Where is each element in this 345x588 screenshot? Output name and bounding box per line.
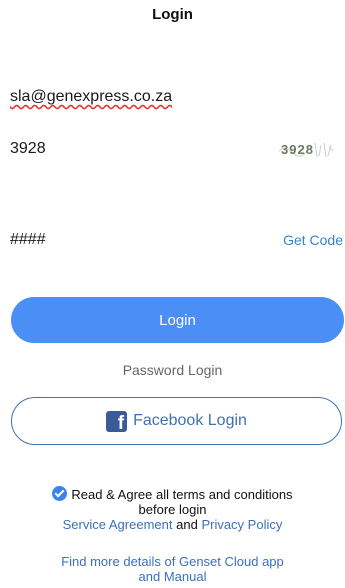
code-input-value[interactable]: #### bbox=[10, 231, 283, 249]
privacy-policy-link[interactable]: Privacy Policy bbox=[201, 517, 282, 532]
captcha-image-text: 3928 bbox=[281, 142, 314, 157]
and-text: and bbox=[176, 517, 198, 532]
terms-agreement: Read & Agree all terms and conditions be… bbox=[0, 486, 345, 532]
captcha-field[interactable]: 3928 3928 bbox=[10, 134, 345, 164]
agree-text-line2: before login bbox=[138, 502, 207, 517]
app-details-line2: and Manual bbox=[138, 569, 207, 584]
login-button[interactable]: Login bbox=[11, 297, 344, 343]
captcha-input-value[interactable]: 3928 bbox=[10, 140, 271, 158]
facebook-login-label: Facebook Login bbox=[133, 412, 247, 429]
facebook-icon: f bbox=[106, 410, 128, 433]
captcha-image[interactable]: 3928 bbox=[271, 137, 343, 161]
page-title: Login bbox=[152, 6, 193, 23]
agree-checkbox[interactable] bbox=[52, 486, 68, 501]
agree-text-line1: Read & Agree all terms and conditions bbox=[71, 487, 293, 502]
app-details-line1: Find more details of Genset Cloud app bbox=[61, 554, 284, 569]
service-agreement-link[interactable]: Service Agreement bbox=[63, 517, 173, 532]
email-input-value[interactable]: sla@genexpress.co.za bbox=[10, 88, 345, 106]
app-details-link[interactable]: Find more details of Genset Cloud app an… bbox=[0, 554, 345, 584]
facebook-login-button[interactable]: f Facebook Login bbox=[11, 397, 342, 445]
verification-code-field[interactable]: #### Get Code bbox=[10, 225, 345, 255]
email-field[interactable]: sla@genexpress.co.za bbox=[10, 82, 345, 112]
password-login-link[interactable]: Password Login bbox=[0, 362, 345, 378]
get-code-button[interactable]: Get Code bbox=[283, 232, 343, 248]
